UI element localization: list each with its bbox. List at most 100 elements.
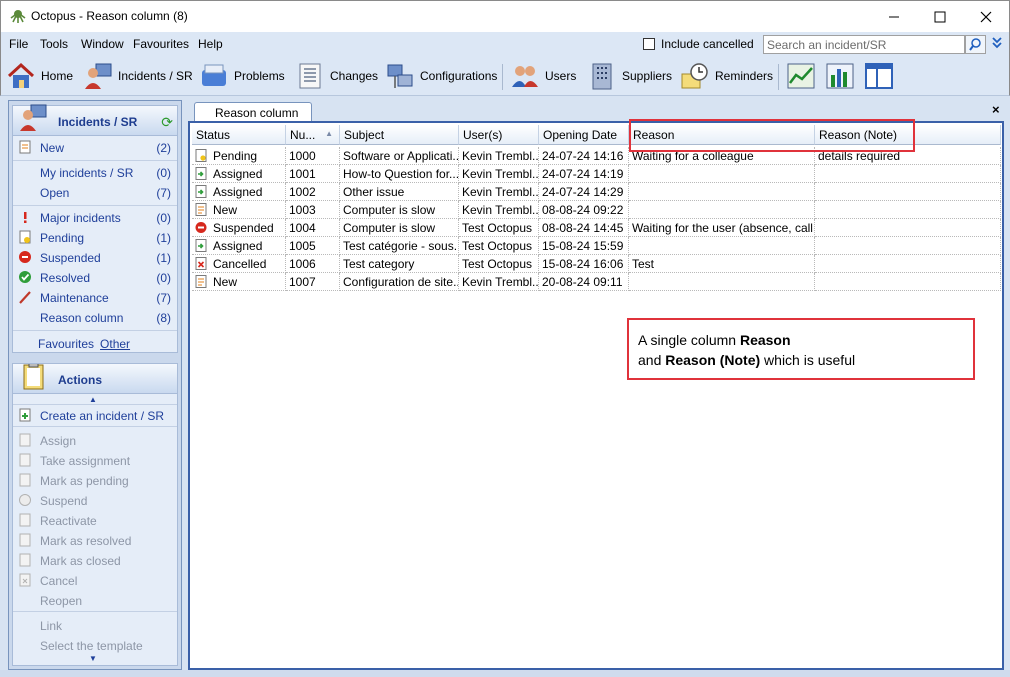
cell-users: Kevin Trembl... <box>459 273 539 291</box>
network-computers-icon <box>387 64 413 88</box>
closed-icon <box>19 553 31 567</box>
cell-opening-date: 15-08-24 16:06 <box>539 255 629 273</box>
cell-opening-date: 15-08-24 15:59 <box>539 237 629 255</box>
configurations-label: Configurations <box>420 69 498 83</box>
problems-button[interactable]: Problems <box>199 60 285 92</box>
reopen-action[interactable]: Reopen <box>13 591 177 611</box>
configurations-button[interactable]: Configurations <box>385 60 497 92</box>
nav-item-pending[interactable]: Pending (1) <box>13 228 177 248</box>
menu-window[interactable]: Window <box>81 37 124 51</box>
line-chart-button[interactable] <box>786 60 816 92</box>
link-action[interactable]: Link <box>13 616 177 636</box>
users-label: Users <box>545 69 577 83</box>
tab-reason-column[interactable]: Reason column (8) <box>194 102 312 134</box>
menu-bar: File Tools Window Favourites Help Includ… <box>0 32 1010 56</box>
cell-opening-date: 24-07-24 14:29 <box>539 183 629 201</box>
maximize-button[interactable] <box>917 1 963 32</box>
favourites-link[interactable]: Favourites <box>38 337 94 351</box>
menu-favourites[interactable]: Favourites <box>133 37 189 51</box>
nav-item-new[interactable]: New (2) <box>13 138 177 158</box>
column-header-status[interactable]: Status <box>192 125 286 145</box>
cell-users: Test Octopus <box>459 255 539 273</box>
other-link[interactable]: Other <box>100 337 130 351</box>
search-button[interactable] <box>965 35 986 54</box>
assign-action[interactable]: Assign <box>13 431 177 451</box>
cell-reason <box>629 201 815 219</box>
column-header-opening-date[interactable]: Opening Date <box>539 125 629 145</box>
incidents-pane-header[interactable]: Incidents / SR ⟳ <box>13 104 177 136</box>
cell-number: 1005 <box>286 237 340 255</box>
include-cancelled-toggle[interactable]: Include cancelled <box>643 37 754 51</box>
status-text: Assigned <box>213 185 263 199</box>
reactivate-action[interactable]: Reactivate <box>13 511 177 531</box>
new-status-icon <box>195 203 207 216</box>
reminders-label: Reminders <box>715 69 774 83</box>
menu-help[interactable]: Help <box>198 37 223 51</box>
close-icon <box>980 11 992 22</box>
home-button[interactable]: Home <box>6 60 73 92</box>
pending-icon <box>19 473 31 487</box>
select-template-action[interactable]: Select the template <box>13 636 177 656</box>
cell-subject: How-to Question for... <box>340 165 459 183</box>
column-header-number[interactable]: Nu... ▲ <box>286 125 340 145</box>
mark-resolved-action[interactable]: Mark as resolved <box>13 531 177 551</box>
cell-number: 1003 <box>286 201 340 219</box>
column-header-users[interactable]: User(s) <box>459 125 539 145</box>
mark-closed-action[interactable]: Mark as closed <box>13 551 177 571</box>
favourites-row: Favourites Other <box>38 337 130 351</box>
nav-item-suspended[interactable]: Suspended (1) <box>13 248 177 268</box>
suppliers-button[interactable]: Suppliers <box>587 60 672 92</box>
nav-item-open[interactable]: Open (7) <box>13 183 177 203</box>
layout-panel-button[interactable] <box>864 60 894 92</box>
resolved-check-icon <box>19 271 31 283</box>
take-assignment-action[interactable]: Take assignment <box>13 451 177 471</box>
mark-pending-action[interactable]: Mark as pending <box>13 471 177 491</box>
cell-status: Suspended <box>192 219 286 237</box>
nav-item-maintenance[interactable]: Maintenance (7) <box>13 288 177 308</box>
actions-pane: Actions ▲ Create an incident / SR Assign… <box>12 363 178 666</box>
building-icon <box>592 63 612 90</box>
incidents-label: Incidents / SR <box>118 69 193 83</box>
minimize-icon <box>889 16 899 17</box>
line-chart-icon <box>787 63 815 89</box>
nav-item-my-incidents[interactable]: My incidents / SR (0) <box>13 163 177 183</box>
column-header-subject[interactable]: Subject <box>340 125 459 145</box>
search-input[interactable]: Search an incident/SR <box>763 35 965 54</box>
cell-status: Assigned <box>192 183 286 201</box>
cell-subject: Configuration de site... <box>340 273 459 291</box>
cell-subject: Computer is slow <box>340 219 459 237</box>
nav-item-major-incidents[interactable]: Major incidents (0) <box>13 208 177 228</box>
close-window-button[interactable] <box>963 1 1009 32</box>
users-button[interactable]: Users <box>510 60 576 92</box>
suspend-action[interactable]: Suspend <box>13 491 177 511</box>
assign-icon <box>19 433 31 447</box>
create-incident-action[interactable]: Create an incident / SR <box>13 406 177 426</box>
cell-reason-note <box>815 255 1001 273</box>
nav-item-reason-column[interactable]: Reason column (8) <box>13 308 177 328</box>
exclamation-icon <box>24 212 27 223</box>
close-tab-icon[interactable]: × <box>992 102 1000 117</box>
assigned-status-icon <box>195 239 207 252</box>
minimize-button[interactable] <box>871 1 917 32</box>
incidents-button[interactable]: Incidents / SR <box>83 60 193 92</box>
search-options-button[interactable] <box>988 35 1005 54</box>
cancel-action[interactable]: Cancel <box>13 571 177 591</box>
include-cancelled-checkbox[interactable] <box>643 38 655 50</box>
cell-number: 1000 <box>286 147 340 165</box>
reminders-button[interactable]: Reminders <box>680 60 773 92</box>
actions-pane-header[interactable]: Actions <box>13 364 177 394</box>
refresh-icon[interactable]: ⟳ <box>161 114 173 131</box>
changes-button[interactable]: Changes <box>295 60 378 92</box>
scroll-up-icon[interactable]: ▲ <box>89 395 97 404</box>
menu-file[interactable]: File <box>9 37 28 51</box>
incidents-pane: Incidents / SR ⟳ New (2) My incidents / … <box>12 104 178 353</box>
octopus-logo-icon <box>10 10 26 23</box>
nav-item-resolved[interactable]: Resolved (0) <box>13 268 177 288</box>
menu-tools[interactable]: Tools <box>40 37 68 51</box>
cell-number: 1004 <box>286 219 340 237</box>
cell-status: Cancelled <box>192 255 286 273</box>
status-text: Pending <box>213 149 258 163</box>
scroll-down-icon[interactable]: ▼ <box>89 654 97 663</box>
bar-chart-button[interactable] <box>825 60 855 92</box>
cell-opening-date: 08-08-24 14:45 <box>539 219 629 237</box>
